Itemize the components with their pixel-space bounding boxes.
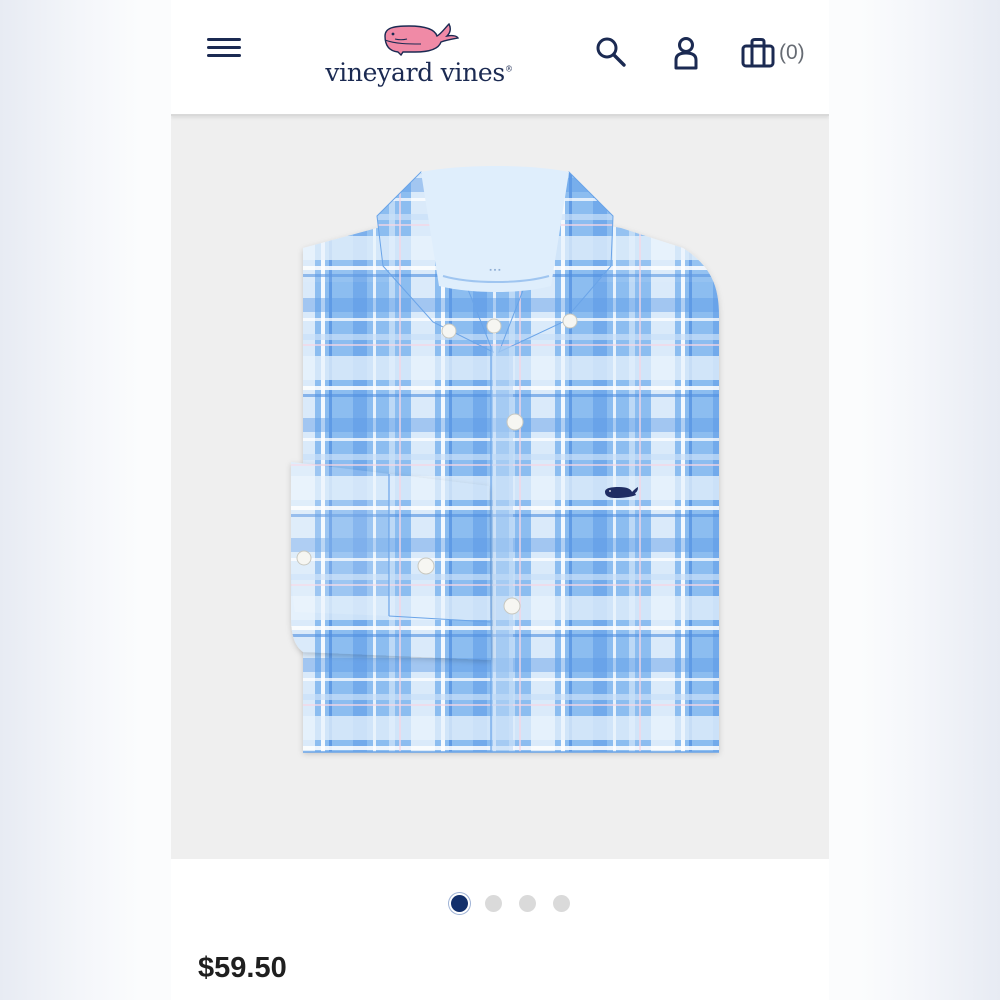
brand-name: vineyard vines® [325,58,513,87]
product-image[interactable]: ▪ ▪ ▪ [171,116,829,859]
search-icon[interactable] [595,36,627,68]
bag-count: (0) [779,41,805,64]
carousel-dot-1[interactable] [450,895,468,912]
whale-logo-icon [384,22,459,56]
user-icon[interactable] [670,36,702,70]
shopping-bag-button[interactable]: (0) [741,36,805,70]
carousel-dot-4[interactable] [552,895,570,912]
product-price: $59.50 [198,952,287,984]
svg-text:▪ ▪ ▪: ▪ ▪ ▪ [489,267,501,274]
image-carousel-dots [171,895,829,912]
mobile-page: vineyard vines® (0) ▪ ▪ ▪ $59.50 [171,0,829,1000]
carousel-dot-3[interactable] [518,895,536,912]
plaid-shirt-image: ▪ ▪ ▪ [290,166,719,753]
shopping-bag-icon [741,38,775,68]
hamburger-menu-icon[interactable] [207,38,241,62]
brand-logo[interactable]: vineyard vines® [304,22,534,92]
carousel-dot-2[interactable] [484,895,502,912]
site-header: vineyard vines® (0) [171,0,829,116]
